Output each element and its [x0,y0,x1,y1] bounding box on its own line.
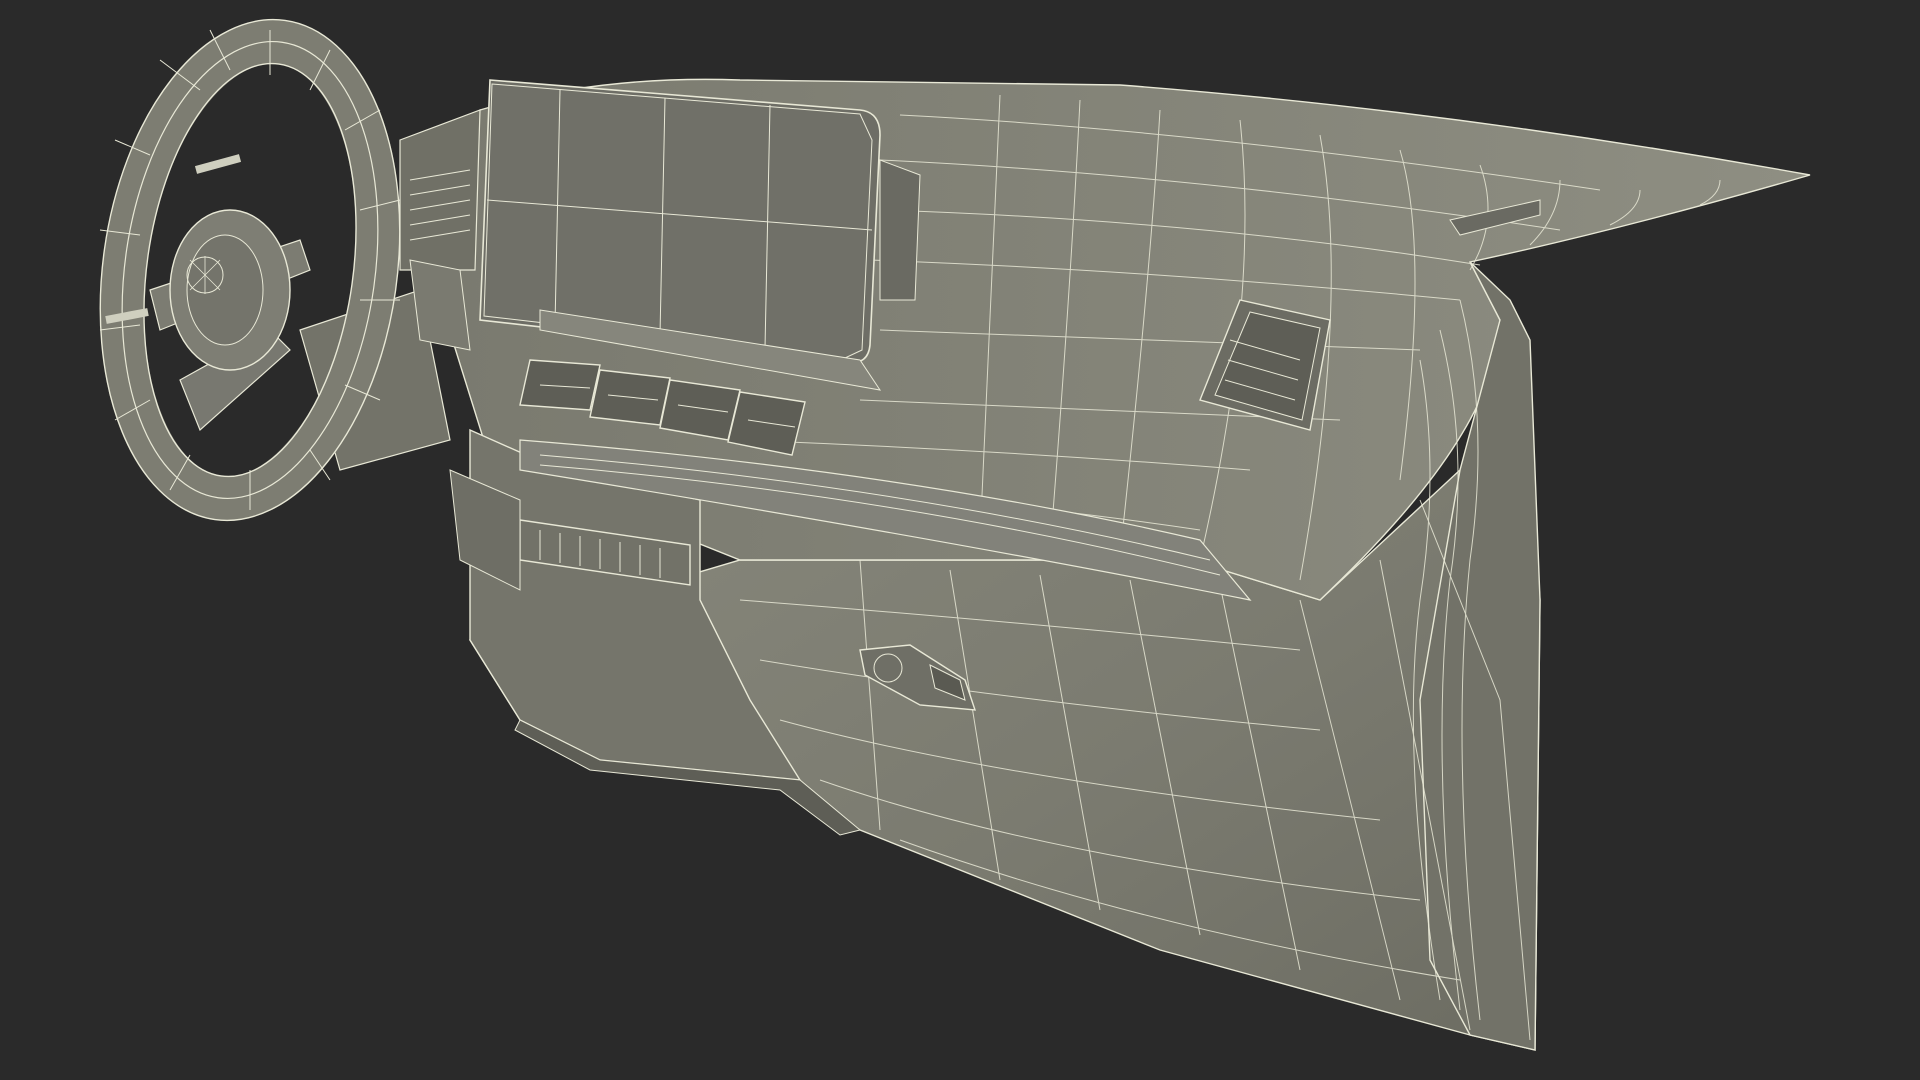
wireframe-scene [99,18,1811,1051]
viewport [0,0,1920,1080]
air-vent-icon [399,109,481,271]
air-vent-icon [879,159,921,301]
